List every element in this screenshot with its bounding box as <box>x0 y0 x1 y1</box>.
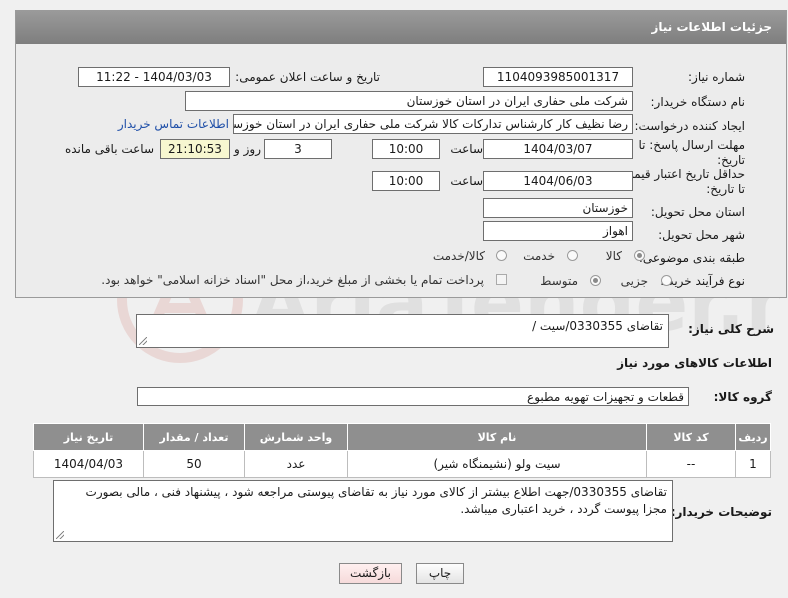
category-radio-goods[interactable] <box>634 250 645 261</box>
category-radio-goods-service[interactable] <box>496 250 507 261</box>
price-validity-label-line1: حداقل تاریخ اعتبار قیمت: <box>618 167 745 181</box>
deadline-time-label: ساعت <box>450 142 483 156</box>
col-date-header: تاریخ نیاز <box>33 423 144 451</box>
price-validity-time-label: ساعت <box>450 174 483 188</box>
page-title: جزئیات اطلاعات نیاز <box>651 20 772 34</box>
treasury-checkbox[interactable] <box>496 274 507 285</box>
deadline-label-line2: تاریخ: <box>717 153 745 167</box>
need-number-field[interactable]: 1104093985001317 <box>483 67 633 87</box>
category-radio-service[interactable] <box>567 250 578 261</box>
purchase-type-option-medium: متوسط <box>540 274 578 288</box>
cell-unit: عدد <box>244 450 348 478</box>
category-option-service: خدمت <box>523 249 555 263</box>
buyer-org-field[interactable]: شرکت ملی حفاری ایران در استان خوزستان <box>185 91 633 111</box>
goods-group-label: گروه کالا: <box>713 390 772 404</box>
requester-label: ایجاد کننده درخواست: <box>634 119 745 133</box>
deadline-date-field[interactable]: 1404/03/07 <box>483 139 633 159</box>
announce-label: تاریخ و ساعت اعلان عمومی: <box>235 70 380 84</box>
buyer-org-label: نام دستگاه خریدار: <box>650 95 746 109</box>
delivery-city-label: شهر محل تحویل: <box>658 228 745 242</box>
remaining-time-label: ساعت باقی مانده <box>64 142 154 156</box>
delivery-province-label: استان محل تحویل: <box>650 205 745 219</box>
deadline-time-field[interactable]: 10:00 <box>372 139 440 159</box>
deadline-label-line1: مهلت ارسال پاسخ: تا <box>638 138 745 152</box>
purchase-type-radio-minor[interactable] <box>661 275 672 286</box>
buyer-notes-textarea[interactable]: تقاضای 0330355/جهت اطلاع بیشتر از کالای … <box>53 480 673 542</box>
treasury-note: پرداخت تمام یا بخشی از مبلغ خرید،از محل … <box>101 273 484 287</box>
delivery-province-field[interactable]: خوزستان <box>483 198 633 218</box>
col-qty-header: تعداد / مقدار <box>143 423 245 451</box>
announce-field[interactable]: 1404/03/03 - 11:22 <box>78 67 230 87</box>
price-validity-label-line2: تا تاریخ: <box>706 182 745 196</box>
need-number-label: شماره نیاز: <box>688 70 745 84</box>
category-option-goods: کالا <box>605 249 622 263</box>
category-label: طبقه بندی موضوعی: <box>638 251 745 265</box>
resize-grip-icon[interactable] <box>139 337 147 345</box>
description-label: شرح کلی نیاز: <box>688 322 774 336</box>
goods-section-title: اطلاعات کالاهای مورد نیاز <box>617 356 772 370</box>
col-name-header: نام کالا <box>347 423 647 451</box>
purchase-type-option-minor: جزیی <box>620 274 648 288</box>
print-button[interactable]: چاپ <box>416 563 464 584</box>
category-option-goods-service: کالا/خدمت <box>432 249 485 263</box>
price-validity-date-field[interactable]: 1404/06/03 <box>483 171 633 191</box>
back-button[interactable]: بازگشت <box>339 563 402 584</box>
purchase-type-radio-medium[interactable] <box>590 275 601 286</box>
cell-date: 1404/04/03 <box>33 450 144 478</box>
delivery-city-field[interactable]: اهواز <box>483 221 633 241</box>
goods-group-field[interactable]: قطعات و تجهیزات تهویه مطبوع <box>137 387 689 406</box>
buyer-notes-text: تقاضای 0330355/جهت اطلاع بیشتر از کالای … <box>85 485 667 516</box>
cell-row: 1 <box>735 450 771 478</box>
cell-name: سیت ولو (نشیمنگاه شیر) <box>347 450 647 478</box>
buyer-contact-link[interactable]: اطلاعات تماس خریدار <box>118 117 229 131</box>
table-header-row: ردیف کد کالا نام کالا واحد شمارش تعداد /… <box>33 423 771 451</box>
resize-grip-icon[interactable] <box>56 531 64 539</box>
table-row[interactable]: 1 -- سیت ولو (نشیمنگاه شیر) عدد 50 1404/… <box>33 450 771 478</box>
remaining-time-field: 21:10:53 <box>160 139 230 159</box>
requester-field[interactable]: رضا نظیف کار کارشناس تدارکات کالا شرکت م… <box>233 114 633 134</box>
purchase-type-label: نوع فرآیند خرید : <box>660 274 745 288</box>
col-code-header: کد کالا <box>646 423 736 451</box>
price-validity-time-field[interactable]: 10:00 <box>372 171 440 191</box>
goods-table: ردیف کد کالا نام کالا واحد شمارش تعداد /… <box>33 423 771 478</box>
col-row-header: ردیف <box>735 423 771 451</box>
cell-qty: 50 <box>143 450 245 478</box>
cell-code: -- <box>646 450 736 478</box>
col-unit-header: واحد شمارش <box>244 423 348 451</box>
deadline-days-label: روز و <box>234 142 261 156</box>
description-textarea[interactable]: تقاضای 0330355/سیت / <box>136 314 669 348</box>
description-text: تقاضای 0330355/سیت / <box>532 319 663 333</box>
buyer-notes-label: توضیحات خریدار: <box>670 505 772 519</box>
page-header: جزئیات اطلاعات نیاز <box>16 11 786 44</box>
deadline-days-field[interactable]: 3 <box>264 139 332 159</box>
